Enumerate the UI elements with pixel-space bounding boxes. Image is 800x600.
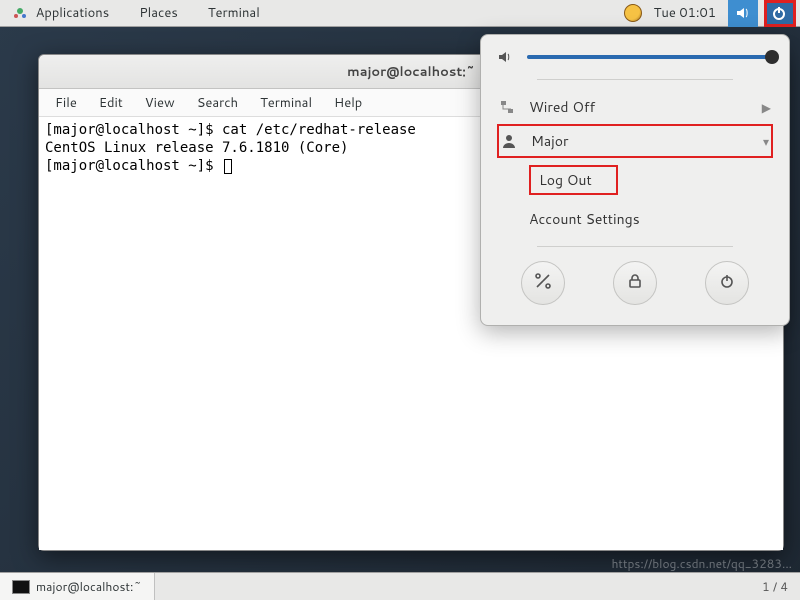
- chevron-right-icon: ▶: [762, 99, 771, 116]
- lock-button[interactable]: [613, 261, 657, 305]
- clock-icon: [624, 4, 642, 22]
- terminal-line: CentOS Linux release 7.6.1810 (Core): [45, 140, 348, 156]
- tools-icon: [534, 272, 552, 295]
- annotation-power-highlight: [764, 0, 796, 27]
- workspace-pager[interactable]: 1 / 4: [750, 578, 800, 595]
- network-label: Wired Off: [529, 97, 748, 117]
- network-item[interactable]: Wired Off ▶: [497, 90, 773, 124]
- logout-label: Log Out: [529, 165, 618, 195]
- places-menu[interactable]: Places: [133, 0, 184, 26]
- volume-thumb[interactable]: [765, 50, 779, 64]
- account-settings-item[interactable]: Account Settings: [497, 202, 773, 236]
- divider: [537, 79, 733, 80]
- power-icon: [719, 273, 735, 294]
- power-button[interactable]: [705, 261, 749, 305]
- menu-help[interactable]: Help: [324, 90, 372, 116]
- top-panel: Applications Places Terminal Tue 01:01: [0, 0, 800, 27]
- settings-button[interactable]: [521, 261, 565, 305]
- menu-file[interactable]: File: [45, 90, 87, 116]
- datetime-label[interactable]: Tue 01:01: [648, 0, 722, 26]
- terminal-menu[interactable]: Terminal: [202, 0, 266, 26]
- speaker-icon: [497, 49, 513, 65]
- lock-icon: [627, 273, 643, 294]
- bottom-taskbar: major@localhost:~ 1 / 4: [0, 572, 800, 600]
- menu-search[interactable]: Search: [187, 90, 248, 116]
- user-label: Major: [531, 131, 749, 151]
- menu-view[interactable]: View: [135, 90, 185, 116]
- terminal-cursor: [224, 159, 232, 174]
- logout-item[interactable]: Log Out: [497, 158, 773, 202]
- terminal-line: [major@localhost ~]$ cat /etc/redhat-rel…: [45, 122, 416, 138]
- terminal-line: [major@localhost ~]$: [45, 158, 222, 174]
- gnome-foot-icon: [12, 6, 28, 22]
- user-item[interactable]: Major ▾: [497, 124, 773, 158]
- chevron-down-icon: ▾: [763, 133, 769, 150]
- action-buttons: [497, 261, 773, 305]
- network-wired-icon: [499, 99, 515, 115]
- taskbar-terminal-item[interactable]: major@localhost:~: [0, 573, 155, 600]
- applications-menu[interactable]: Applications: [6, 0, 115, 26]
- window-title: major@localhost:~: [347, 63, 475, 81]
- volume-status-icon[interactable]: [728, 0, 758, 27]
- system-status-popover: Wired Off ▶ Major ▾ Log Out Account Sett…: [480, 34, 790, 326]
- terminal-icon: [12, 580, 30, 594]
- account-settings-label: Account Settings: [529, 209, 640, 229]
- volume-row: [497, 49, 773, 65]
- user-icon: [501, 133, 517, 149]
- taskbar-label: major@localhost:~: [36, 578, 142, 595]
- menu-edit[interactable]: Edit: [89, 90, 133, 116]
- watermark-text: https://blog.csdn.net/qq_3283...: [611, 555, 792, 572]
- volume-slider[interactable]: [527, 55, 773, 59]
- divider: [537, 246, 733, 247]
- menu-terminal[interactable]: Terminal: [250, 90, 322, 116]
- applications-label: Applications: [36, 4, 110, 22]
